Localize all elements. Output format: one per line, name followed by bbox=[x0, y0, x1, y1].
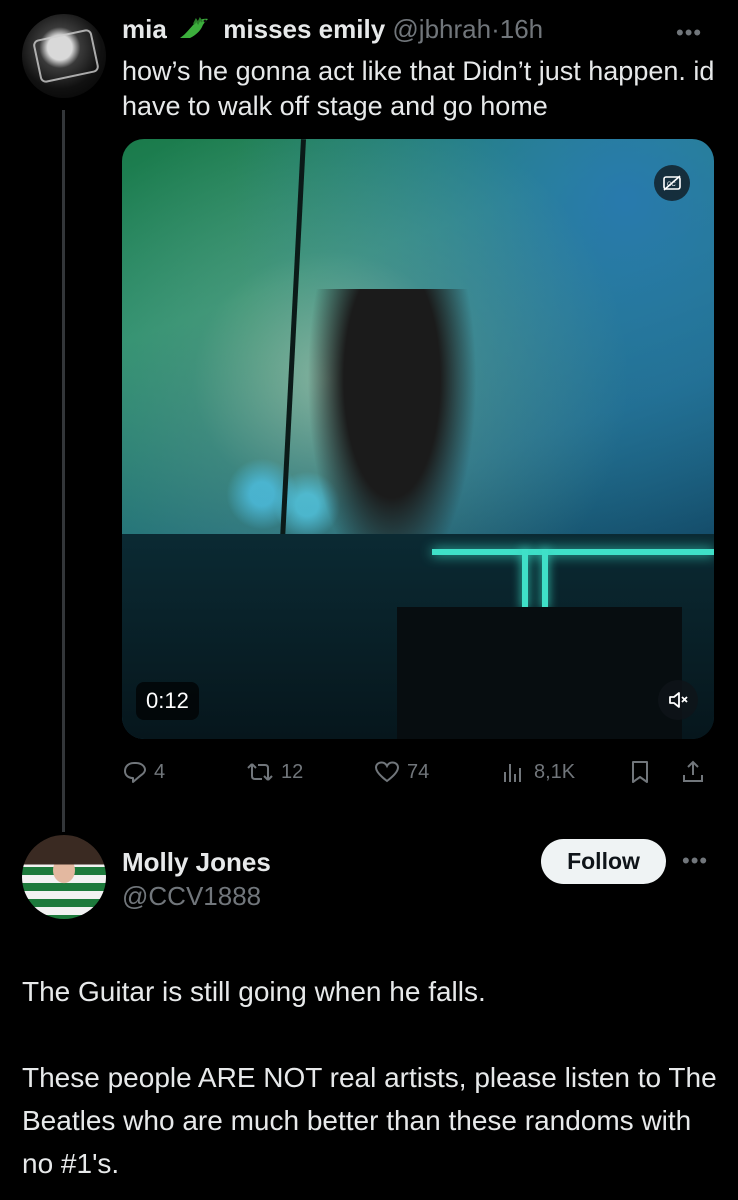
user-avatar[interactable] bbox=[22, 835, 106, 919]
view-count: 8,1K bbox=[534, 760, 576, 783]
author-display-name[interactable]: mia bbox=[122, 14, 167, 44]
video-player[interactable]: CC 0:12 bbox=[122, 139, 714, 739]
thread-connector-line bbox=[62, 110, 65, 832]
views-button[interactable]: 8,1K bbox=[500, 757, 575, 787]
follow-button[interactable]: Follow bbox=[541, 839, 666, 884]
share-icon bbox=[683, 760, 703, 782]
captions-off-icon[interactable]: CC bbox=[654, 165, 690, 201]
tweet-text-paragraph: The Guitar is still going when he falls. bbox=[22, 976, 486, 1007]
more-options-icon[interactable]: ••• bbox=[676, 20, 702, 46]
reply-count: 4 bbox=[154, 760, 166, 783]
separator-dot: · bbox=[491, 14, 500, 44]
speaker-muted-icon[interactable] bbox=[658, 680, 698, 720]
tweet-text-paragraph: These people ARE NOT real artists, pleas… bbox=[22, 1062, 717, 1179]
reply-icon bbox=[124, 762, 146, 783]
tweet-text: The Guitar is still going when he falls.… bbox=[22, 970, 722, 1185]
like-count: 74 bbox=[407, 760, 430, 783]
repost-icon bbox=[247, 763, 273, 781]
repost-count: 12 bbox=[281, 760, 304, 783]
author-display-name-suffix[interactable]: misses emily bbox=[223, 14, 385, 44]
bookmark-button[interactable] bbox=[628, 757, 658, 787]
author-handle[interactable]: @CCV1888 bbox=[122, 881, 261, 912]
video-duration-badge: 0:12 bbox=[136, 682, 199, 720]
author-display-name[interactable]: Molly Jones bbox=[122, 847, 271, 878]
tweet-author-line: mia misses emily @jbhrah·16h bbox=[122, 14, 543, 45]
heart-icon bbox=[374, 761, 400, 783]
like-button[interactable]: 74 bbox=[373, 757, 429, 787]
analytics-icon bbox=[504, 764, 521, 782]
share-button[interactable] bbox=[680, 757, 712, 787]
more-options-icon[interactable]: ••• bbox=[682, 848, 708, 874]
author-handle[interactable]: @jbhrah bbox=[392, 14, 491, 44]
tweet-text: how’s he gonna act like that Didn’t just… bbox=[122, 56, 715, 121]
tweet-timestamp[interactable]: 16h bbox=[500, 14, 543, 44]
user-avatar[interactable] bbox=[22, 14, 106, 98]
crocodile-emoji-icon bbox=[178, 16, 212, 42]
reply-button[interactable]: 4 bbox=[122, 757, 165, 787]
repost-button[interactable]: 12 bbox=[245, 757, 303, 787]
bookmark-icon bbox=[632, 761, 648, 783]
